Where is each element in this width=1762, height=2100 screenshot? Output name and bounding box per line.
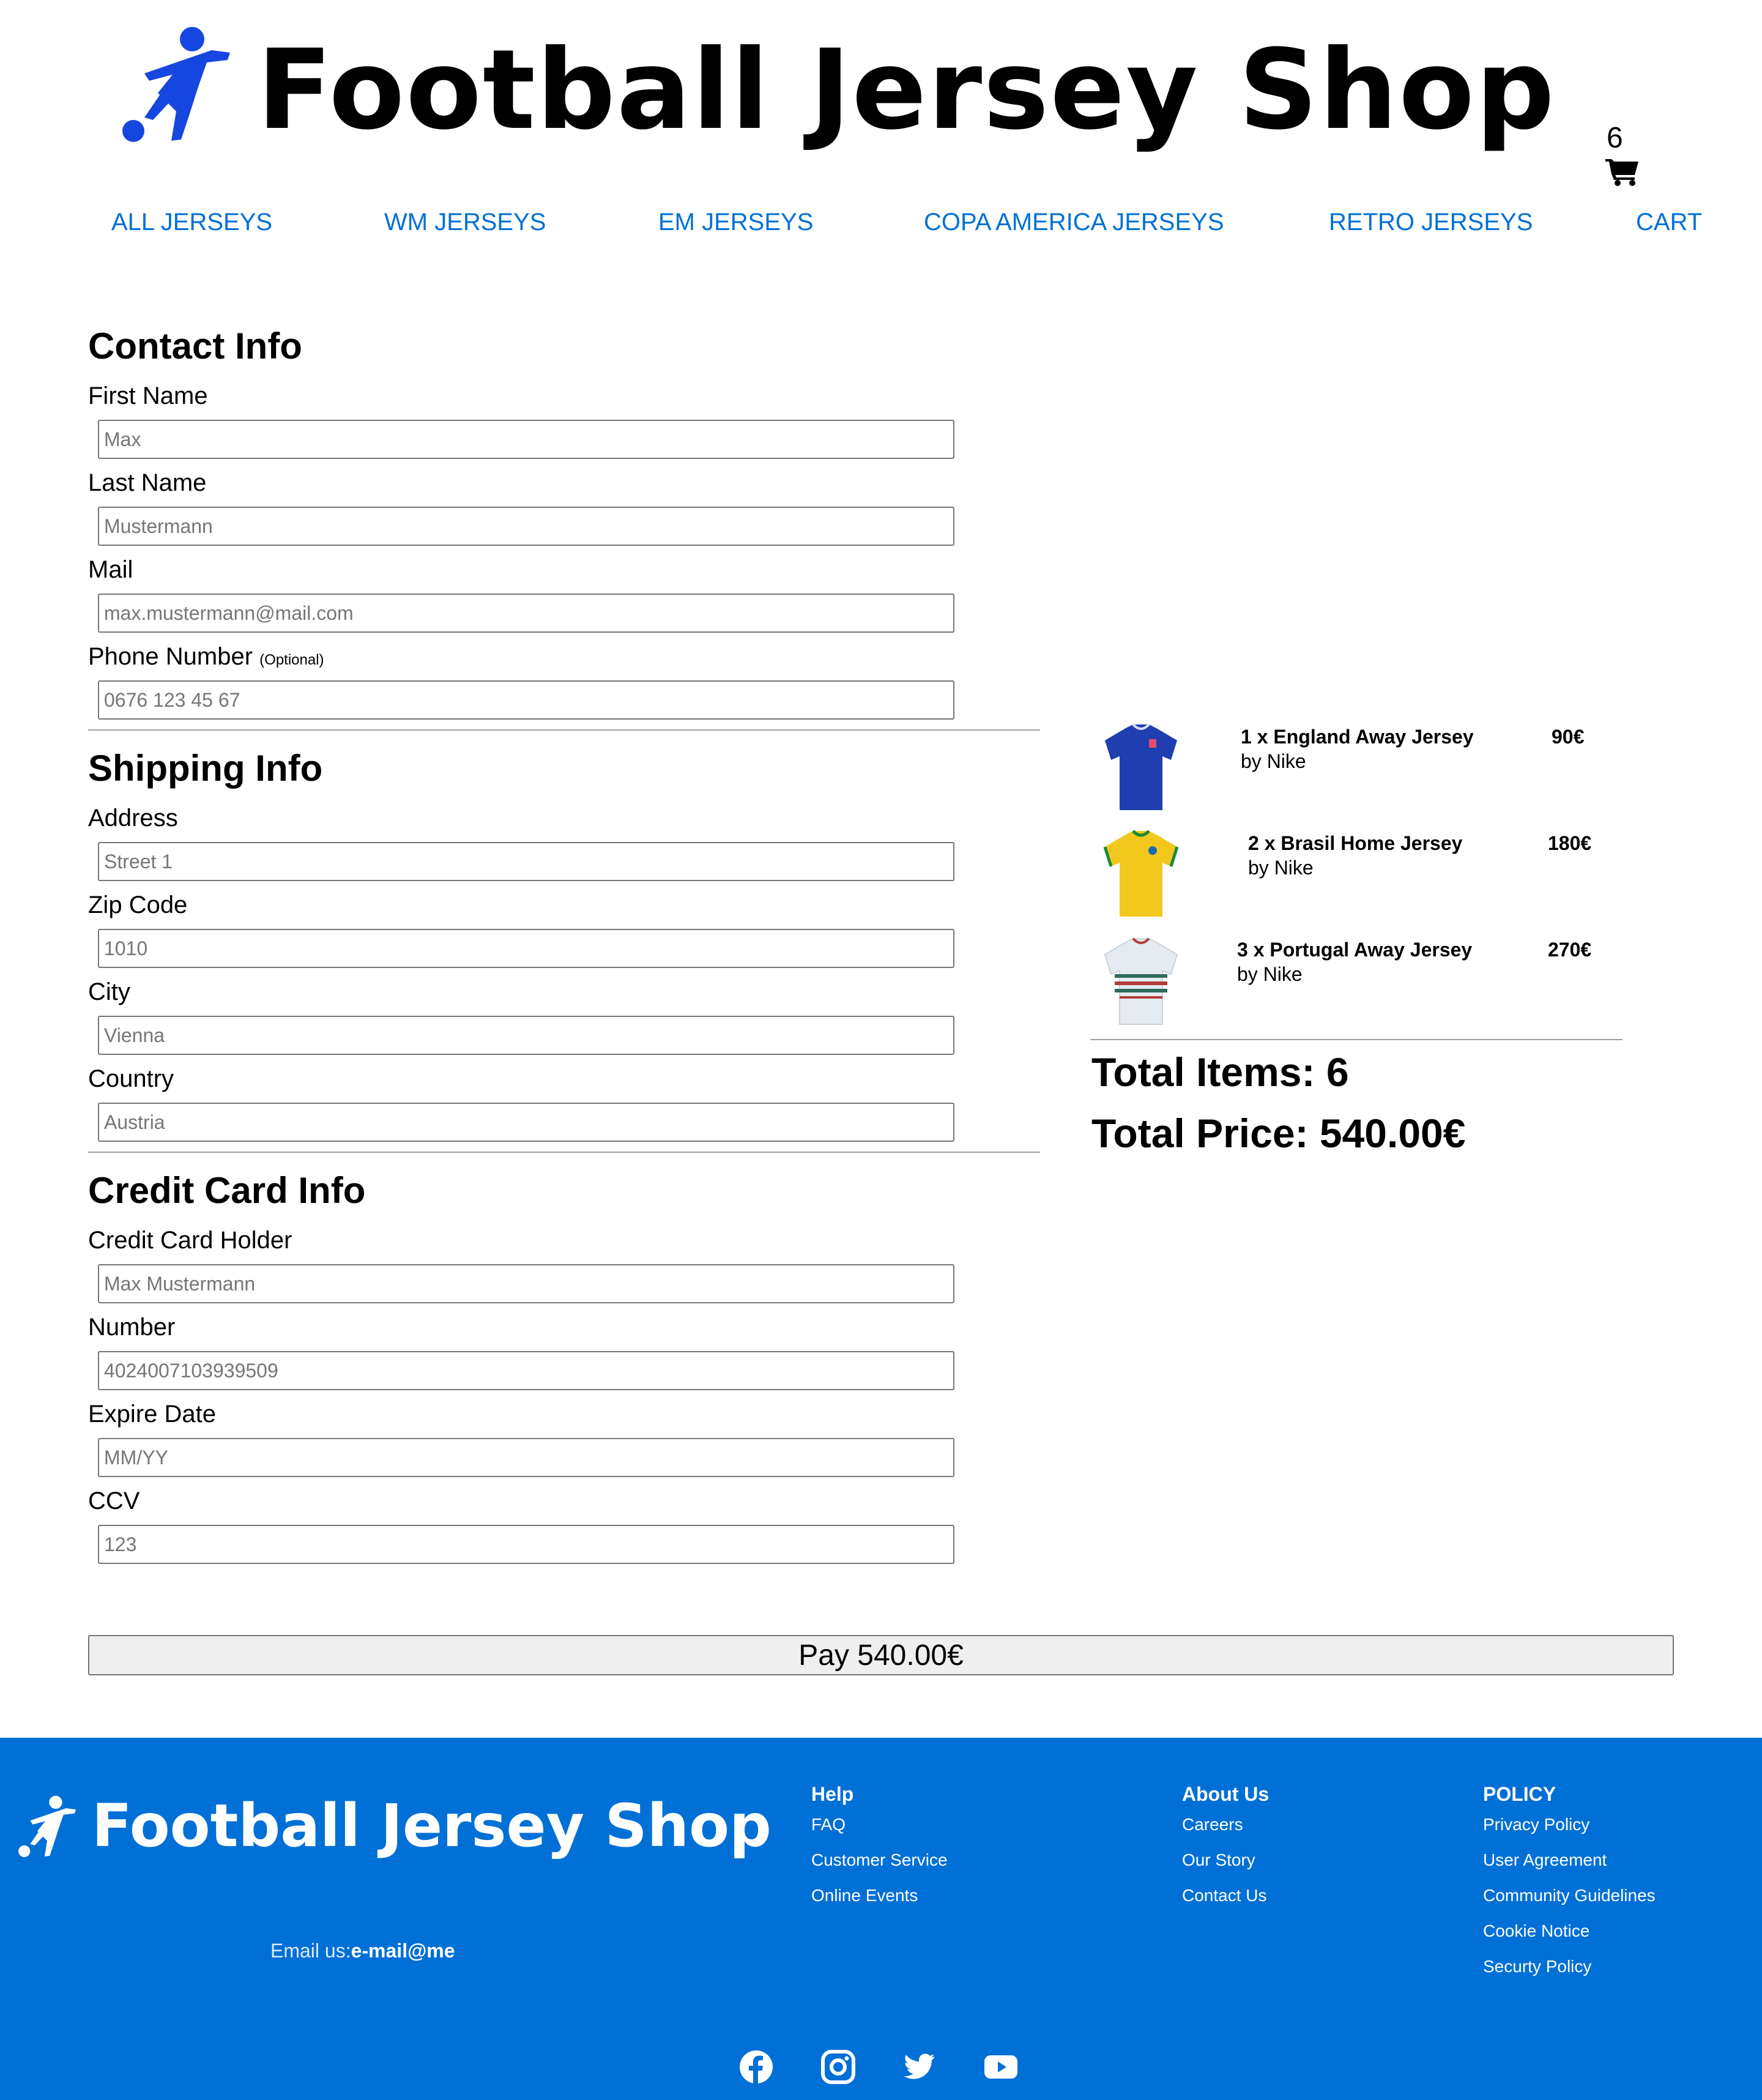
card-holder-label: Credit Card Holder — [88, 1227, 292, 1254]
ccv-input[interactable] — [98, 1525, 954, 1564]
footer-site-title[interactable]: Football Jersey Shop — [92, 1789, 771, 1863]
cart-count: 6 — [1607, 122, 1623, 154]
phone-input[interactable] — [98, 680, 954, 720]
country-input[interactable] — [98, 1103, 954, 1142]
order-item-title: 2 x Brasil Home Jersey — [1248, 832, 1463, 854]
brasil-home-jersey-image — [1103, 830, 1179, 917]
site-title[interactable]: Football Jersey Shop — [257, 23, 1556, 158]
nav-wm-jerseys[interactable]: WM JERSEYS — [384, 207, 546, 237]
city-label: City — [88, 978, 130, 1005]
shipping-info-heading: Shipping Info — [88, 748, 323, 789]
order-item-price: 180€ — [1548, 832, 1592, 854]
footer-link-our-story[interactable]: Our Story — [1182, 1849, 1255, 1871]
twitter-icon[interactable] — [902, 2050, 936, 2084]
footer-policy-heading: POLICY — [1483, 1783, 1556, 1805]
section-divider — [88, 1152, 1040, 1153]
credit-card-info-heading: Credit Card Info — [88, 1170, 366, 1211]
expire-date-label: Expire Date — [88, 1401, 216, 1428]
facebook-icon[interactable] — [739, 2050, 773, 2084]
card-number-input[interactable] — [98, 1351, 954, 1390]
mail-input[interactable] — [98, 594, 954, 633]
order-item-price: 270€ — [1548, 939, 1592, 961]
footer-link-customer-service[interactable]: Customer Service — [811, 1849, 948, 1871]
order-item-price: 90€ — [1552, 726, 1585, 748]
footer-link-cookie-notice[interactable]: Cookie Notice — [1483, 1920, 1589, 1942]
pay-button[interactable]: Pay 540.00€ — [88, 1635, 1674, 1675]
footer-help-heading: Help — [811, 1783, 854, 1805]
footer-link-contact-us[interactable]: Contact Us — [1182, 1885, 1267, 1907]
address-label: Address — [88, 805, 178, 832]
last-name-input[interactable] — [98, 507, 954, 546]
logo-icon[interactable] — [120, 26, 230, 146]
order-item-title: 3 x Portugal Away Jersey — [1237, 939, 1473, 961]
england-away-jersey-image — [1105, 723, 1177, 810]
contact-info-heading: Contact Info — [88, 326, 302, 367]
footer-link-community-guidelines[interactable]: Community Guidelines — [1483, 1885, 1656, 1907]
last-name-label: Last Name — [88, 469, 207, 496]
footer-link-careers[interactable]: Careers — [1182, 1814, 1243, 1836]
email-label: Email us: — [270, 1940, 351, 1962]
nav-retro-jerseys[interactable]: RETRO JERSEYS — [1329, 207, 1533, 237]
nav-copa-america-jerseys[interactable]: COPA AMERICA JERSEYS — [924, 207, 1224, 237]
summary-divider — [1090, 1039, 1623, 1040]
instagram-icon[interactable] — [821, 2050, 855, 2084]
total-items: Total Items: 6 — [1091, 1049, 1349, 1095]
footer: Football Jersey Shop Email us:e-mail@me … — [0, 1738, 1762, 2100]
cart-icon[interactable] — [1605, 157, 1640, 186]
nav-em-jerseys[interactable]: EM JERSEYS — [658, 207, 813, 237]
mail-label: Mail — [88, 556, 133, 583]
footer-about-heading: About Us — [1182, 1783, 1269, 1805]
order-item-brand: by Nike — [1241, 750, 1306, 772]
city-input[interactable] — [98, 1016, 954, 1055]
phone-label-text: Phone Number — [88, 643, 253, 670]
order-item-title: 1 x England Away Jersey — [1241, 726, 1474, 748]
portugal-away-jersey-image — [1104, 937, 1178, 1025]
nav-cart[interactable]: CART — [1636, 207, 1702, 237]
ccv-label: CCV — [88, 1488, 140, 1514]
phone-label: Phone Number (Optional) — [88, 641, 324, 676]
youtube-icon[interactable] — [984, 2050, 1018, 2084]
card-number-label: Number — [88, 1314, 176, 1341]
zip-code-label: Zip Code — [88, 892, 188, 918]
footer-link-online-events[interactable]: Online Events — [811, 1885, 918, 1907]
address-input[interactable] — [98, 842, 954, 881]
footer-link-privacy-policy[interactable]: Privacy Policy — [1483, 1814, 1589, 1836]
zip-code-input[interactable] — [98, 929, 954, 968]
order-item-brand: by Nike — [1248, 857, 1314, 879]
footer-link-user-agreement[interactable]: User Agreement — [1483, 1849, 1607, 1871]
order-item-brand: by Nike — [1237, 963, 1303, 985]
footer-link-faq[interactable]: FAQ — [811, 1814, 846, 1836]
section-divider — [88, 729, 1040, 731]
nav-all-jerseys[interactable]: ALL JERSEYS — [111, 207, 272, 237]
phone-optional-note: (Optional) — [259, 652, 324, 668]
footer-logo-icon[interactable] — [17, 1794, 76, 1860]
first-name-input[interactable] — [98, 420, 954, 459]
email-link[interactable]: e-mail@me — [351, 1940, 455, 1962]
country-label: Country — [88, 1065, 174, 1092]
footer-link-security-policy[interactable]: Securty Policy — [1483, 1956, 1591, 1978]
card-holder-input[interactable] — [98, 1264, 954, 1303]
total-price: Total Price: 540.00€ — [1091, 1111, 1466, 1156]
expire-date-input[interactable] — [98, 1438, 954, 1477]
first-name-label: First Name — [88, 382, 208, 409]
footer-email: Email us:e-mail@me — [270, 1938, 455, 1963]
